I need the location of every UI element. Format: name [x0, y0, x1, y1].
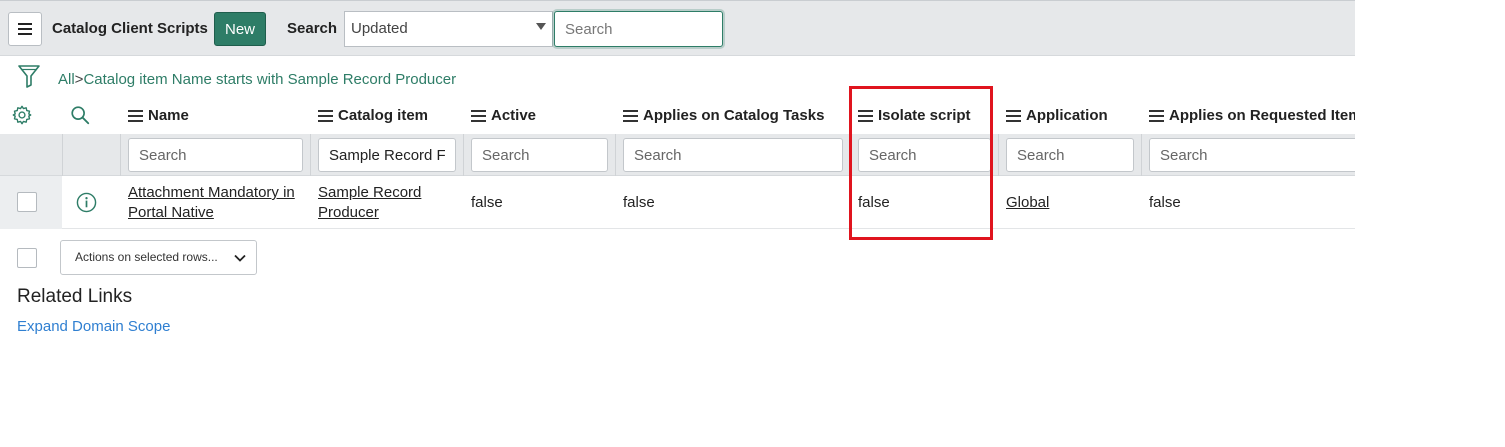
gear-icon[interactable] — [11, 104, 33, 126]
divider — [850, 134, 851, 176]
active-value: false — [471, 194, 503, 211]
expand-domain-scope-link[interactable]: Expand Domain Scope — [17, 318, 170, 335]
record-name-line: Portal Native — [128, 204, 214, 221]
breadcrumb-condition[interactable]: Catalog item Name starts with Sample Rec… — [83, 71, 456, 88]
column-label: Applies on Catalog Tasks — [643, 107, 825, 124]
column-menu-icon[interactable] — [471, 109, 486, 122]
actions-dropdown[interactable]: Actions on selected rows... — [60, 240, 257, 275]
applies-on-requested-item-search-input[interactable] — [1149, 138, 1355, 172]
info-icon[interactable] — [76, 192, 97, 213]
filter-icon[interactable] — [17, 64, 41, 88]
catalog-item-line: Producer — [318, 204, 379, 221]
divider — [615, 134, 616, 176]
select-all-checkbox[interactable] — [17, 248, 37, 268]
column-label: Name — [148, 107, 189, 124]
name-search-input[interactable] — [128, 138, 303, 172]
catalog-item-search-input[interactable] — [318, 138, 456, 172]
record-name-line: Attachment Mandatory in — [128, 184, 295, 201]
column-header-catalog-item[interactable]: Catalog item — [318, 107, 428, 124]
applies-on-requested-item-value: false — [1149, 194, 1181, 211]
column-label: Catalog item — [338, 107, 429, 124]
column-label: Applies on Requested Item — [1169, 107, 1355, 124]
list-view: Catalog Client Scripts New Search Update… — [0, 0, 1355, 447]
column-menu-icon[interactable] — [1149, 109, 1164, 122]
search-field-selected: Updated — [351, 20, 408, 37]
related-links-title: Related Links — [17, 286, 133, 307]
search-field-select[interactable]: Updated — [344, 11, 553, 47]
column-menu-icon[interactable] — [1006, 109, 1021, 122]
divider — [62, 134, 63, 176]
divider — [1141, 134, 1142, 176]
column-menu-icon[interactable] — [858, 109, 873, 122]
page-title: Catalog Client Scripts — [52, 20, 208, 37]
catalog-item-link[interactable]: Sample Record Producer — [318, 183, 421, 223]
column-menu-icon[interactable] — [128, 109, 143, 122]
application-link[interactable]: Global — [1006, 193, 1049, 213]
applies-on-catalog-tasks-search-input[interactable] — [623, 138, 843, 172]
chevron-down-icon — [234, 254, 246, 262]
new-button[interactable]: New — [214, 12, 266, 46]
breadcrumb: All>Catalog item Name starts with Sample… — [58, 71, 456, 88]
column-header-active[interactable]: Active — [471, 107, 536, 124]
column-header-application[interactable]: Application — [1006, 107, 1108, 124]
column-label: Isolate script — [878, 107, 971, 124]
column-header-applies-on-catalog-tasks[interactable]: Applies on Catalog Tasks — [623, 107, 824, 124]
column-menu-icon[interactable] — [318, 109, 333, 122]
list-header: Catalog Client Scripts New Search Update… — [0, 0, 1355, 56]
column-label: Application — [1026, 107, 1108, 124]
isolate-script-value: false — [858, 194, 890, 211]
breadcrumb-all[interactable]: All — [58, 71, 75, 88]
divider — [998, 134, 999, 176]
column-label: Active — [491, 107, 537, 124]
applies-on-catalog-tasks-value: false — [623, 194, 655, 211]
row-checkbox[interactable] — [17, 192, 37, 212]
actions-label: Actions on selected rows... — [75, 250, 218, 264]
application-search-input[interactable] — [1006, 138, 1134, 172]
divider — [310, 134, 311, 176]
search-icon[interactable] — [69, 104, 91, 126]
catalog-item-line: Sample Record — [318, 184, 422, 201]
search-label: Search — [287, 20, 338, 37]
divider — [463, 134, 464, 176]
menu-icon — [18, 23, 32, 35]
caret-down-icon — [536, 23, 546, 30]
divider — [120, 134, 121, 176]
column-header-isolate-script[interactable]: Isolate script — [858, 107, 971, 124]
record-name-link[interactable]: Attachment Mandatory in Portal Native — [128, 183, 295, 223]
column-menu-icon[interactable] — [623, 109, 638, 122]
list-search-input[interactable] — [554, 11, 723, 47]
list-menu-button[interactable] — [8, 12, 42, 46]
column-header-applies-on-requested-item[interactable]: Applies on Requested Item — [1149, 107, 1355, 124]
active-search-input[interactable] — [471, 138, 608, 172]
isolate-script-search-input[interactable] — [858, 138, 991, 172]
column-header-name[interactable]: Name — [128, 107, 189, 124]
